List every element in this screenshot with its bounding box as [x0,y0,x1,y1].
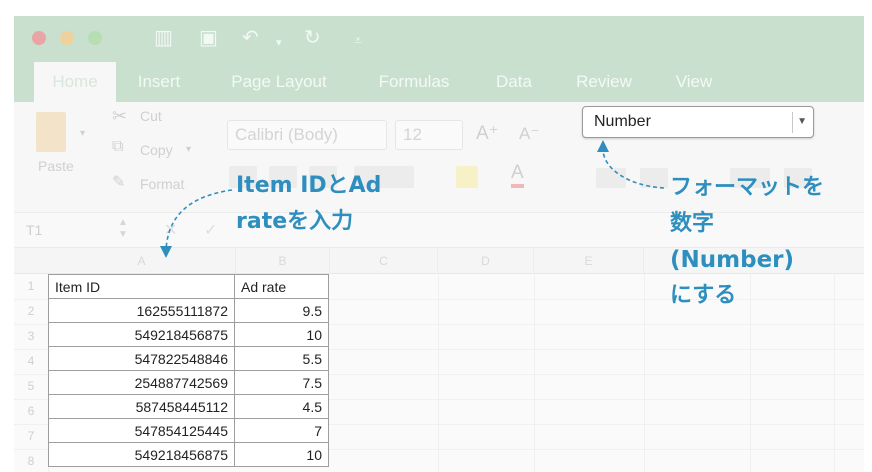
annotation-line: にする [670,283,737,308]
right-arrow-head [597,140,609,152]
annotation-line: (Number) [670,247,795,273]
left-annotation-arrow [165,189,233,251]
right-annotation-arrow [602,149,665,189]
annotation-enter-data: Item IDとAd rateを入力 [236,168,381,240]
annotation-line: Item IDとAd [236,173,382,198]
left-arrow-head [160,246,172,258]
annotation-line: 数字 [670,211,715,236]
annotation-line: rateを入力 [236,209,354,234]
annotation-line: フォーマットを [670,175,825,200]
annotation-set-format: フォーマットを 数字 (Number) にする [670,170,824,314]
